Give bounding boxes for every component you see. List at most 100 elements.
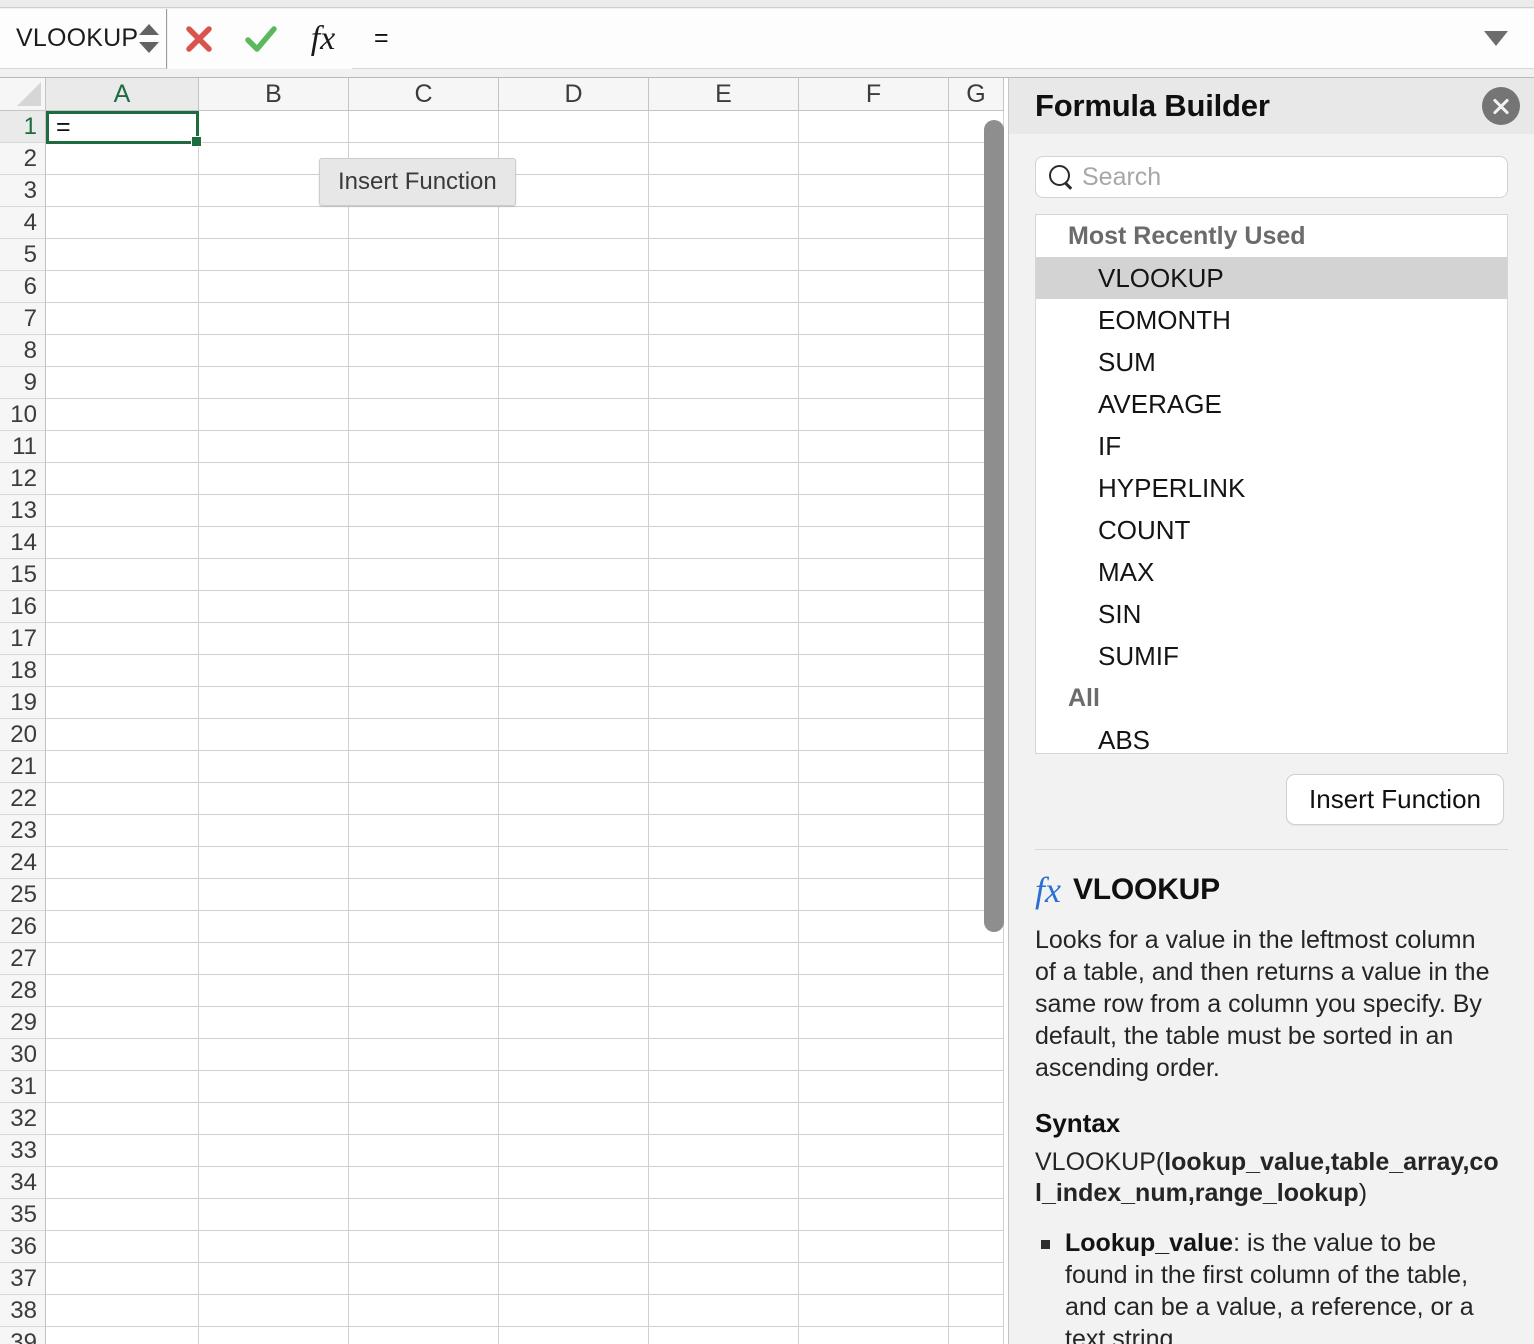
cell-D21[interactable] [499, 751, 649, 783]
cell-D1[interactable] [499, 111, 649, 143]
cell-A35[interactable] [46, 1199, 199, 1231]
column-header-g[interactable]: G [949, 78, 1004, 110]
cell-E27[interactable] [649, 943, 799, 975]
cell-A6[interactable] [46, 271, 199, 303]
cell-D27[interactable] [499, 943, 649, 975]
cell-F17[interactable] [799, 623, 949, 655]
cell-A32[interactable] [46, 1103, 199, 1135]
cell-C6[interactable] [349, 271, 499, 303]
cell-E23[interactable] [649, 815, 799, 847]
row-header-7[interactable]: 7 [0, 303, 45, 335]
row-header-16[interactable]: 16 [0, 591, 45, 623]
row-header-31[interactable]: 31 [0, 1071, 45, 1103]
cell-F38[interactable] [799, 1295, 949, 1327]
cell-B14[interactable] [199, 527, 349, 559]
cell-C12[interactable] [349, 463, 499, 495]
cell-B23[interactable] [199, 815, 349, 847]
cell-B5[interactable] [199, 239, 349, 271]
function-item-if[interactable]: IF [1036, 425, 1507, 467]
stepper-up-icon[interactable] [139, 24, 159, 35]
cell-F14[interactable] [799, 527, 949, 559]
cell-D34[interactable] [499, 1167, 649, 1199]
cell-D10[interactable] [499, 399, 649, 431]
cancel-formula-button[interactable] [168, 9, 230, 69]
cell-E36[interactable] [649, 1231, 799, 1263]
cell-E1[interactable] [649, 111, 799, 143]
cell-B6[interactable] [199, 271, 349, 303]
cell-B21[interactable] [199, 751, 349, 783]
row-header-13[interactable]: 13 [0, 495, 45, 527]
cell-A34[interactable] [46, 1167, 199, 1199]
cell-E13[interactable] [649, 495, 799, 527]
cell-C26[interactable] [349, 911, 499, 943]
cell-C16[interactable] [349, 591, 499, 623]
cell-D3[interactable] [499, 175, 649, 207]
cell-D31[interactable] [499, 1071, 649, 1103]
cell-B11[interactable] [199, 431, 349, 463]
cell-A22[interactable] [46, 783, 199, 815]
cell-A5[interactable] [46, 239, 199, 271]
cell-F12[interactable] [799, 463, 949, 495]
cell-D5[interactable] [499, 239, 649, 271]
cell-D38[interactable] [499, 1295, 649, 1327]
cell-F25[interactable] [799, 879, 949, 911]
cell-A17[interactable] [46, 623, 199, 655]
row-header-38[interactable]: 38 [0, 1295, 45, 1327]
cell-A15[interactable] [46, 559, 199, 591]
cell-A24[interactable] [46, 847, 199, 879]
cell-A39[interactable] [46, 1327, 199, 1344]
cell-F18[interactable] [799, 655, 949, 687]
row-header-22[interactable]: 22 [0, 783, 45, 815]
cell-A36[interactable] [46, 1231, 199, 1263]
cell-E39[interactable] [649, 1327, 799, 1344]
cell-F9[interactable] [799, 367, 949, 399]
cell-C18[interactable] [349, 655, 499, 687]
cell-D15[interactable] [499, 559, 649, 591]
row-header-21[interactable]: 21 [0, 751, 45, 783]
cell-C9[interactable] [349, 367, 499, 399]
cell-C33[interactable] [349, 1135, 499, 1167]
cell-F11[interactable] [799, 431, 949, 463]
cell-C38[interactable] [349, 1295, 499, 1327]
cell-B39[interactable] [199, 1327, 349, 1344]
vertical-scrollbar-thumb[interactable] [984, 120, 1004, 932]
expand-formula-bar-button[interactable] [1458, 9, 1534, 69]
row-header-11[interactable]: 11 [0, 431, 45, 463]
cell-D19[interactable] [499, 687, 649, 719]
cell-E35[interactable] [649, 1199, 799, 1231]
cell-F6[interactable] [799, 271, 949, 303]
cell-D39[interactable] [499, 1327, 649, 1344]
cell-D24[interactable] [499, 847, 649, 879]
cell-C8[interactable] [349, 335, 499, 367]
cell-B4[interactable] [199, 207, 349, 239]
cell-C14[interactable] [349, 527, 499, 559]
cell-E34[interactable] [649, 1167, 799, 1199]
cell-F27[interactable] [799, 943, 949, 975]
row-header-3[interactable]: 3 [0, 175, 45, 207]
cell-D14[interactable] [499, 527, 649, 559]
cell-C29[interactable] [349, 1007, 499, 1039]
cell-F28[interactable] [799, 975, 949, 1007]
cell-F5[interactable] [799, 239, 949, 271]
cell-E8[interactable] [649, 335, 799, 367]
cell-D13[interactable] [499, 495, 649, 527]
row-header-18[interactable]: 18 [0, 655, 45, 687]
cell-A18[interactable] [46, 655, 199, 687]
column-header-a[interactable]: A [46, 78, 199, 110]
row-header-26[interactable]: 26 [0, 911, 45, 943]
function-item-average[interactable]: AVERAGE [1036, 383, 1507, 425]
vertical-scrollbar[interactable] [984, 114, 1004, 1340]
cell-F26[interactable] [799, 911, 949, 943]
cell-C20[interactable] [349, 719, 499, 751]
cell-D26[interactable] [499, 911, 649, 943]
row-header-28[interactable]: 28 [0, 975, 45, 1007]
column-header-d[interactable]: D [499, 78, 649, 110]
cell-D30[interactable] [499, 1039, 649, 1071]
row-header-1[interactable]: 1 [0, 111, 45, 143]
cell-B17[interactable] [199, 623, 349, 655]
cell-B16[interactable] [199, 591, 349, 623]
cell-E19[interactable] [649, 687, 799, 719]
cell-A8[interactable] [46, 335, 199, 367]
cell-F35[interactable] [799, 1199, 949, 1231]
cell-E25[interactable] [649, 879, 799, 911]
